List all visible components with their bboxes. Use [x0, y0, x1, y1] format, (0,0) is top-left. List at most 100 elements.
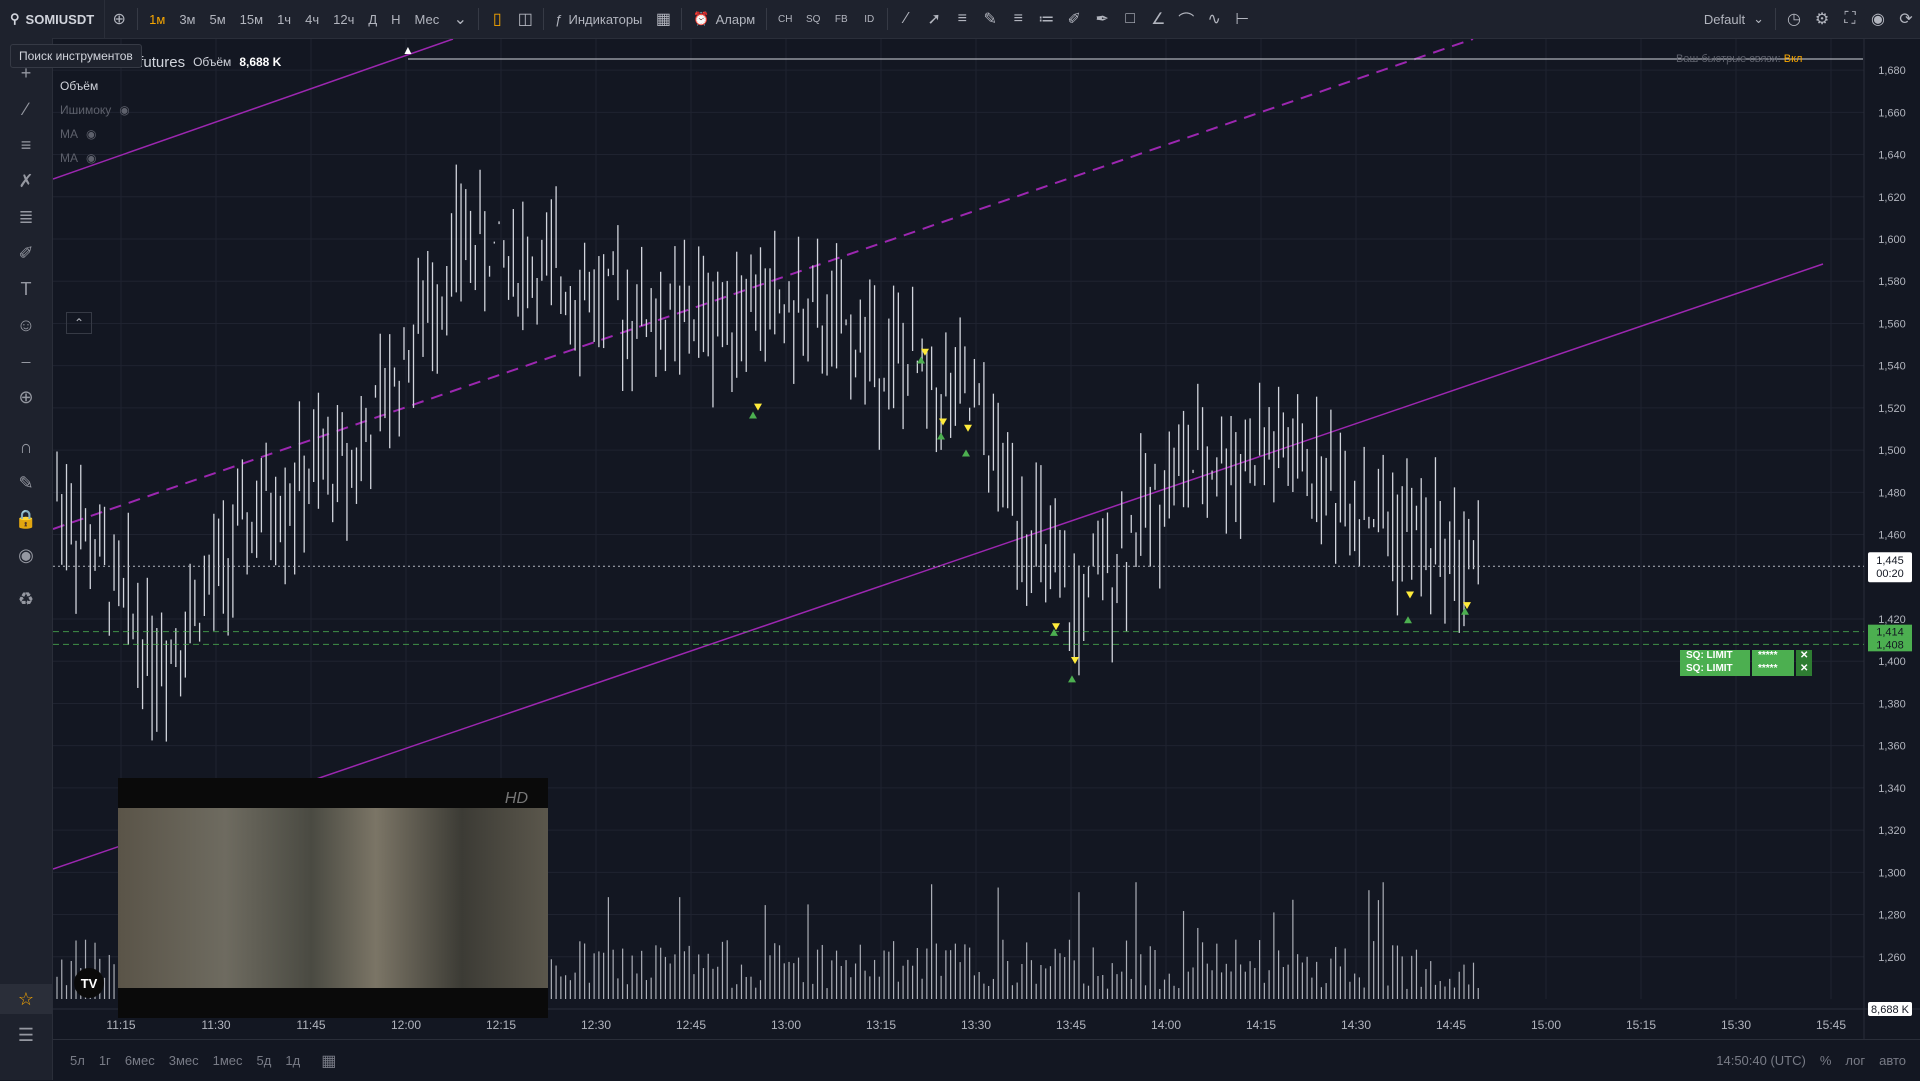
order-tag[interactable]: SQ: LIMIT ***** ✕ [1680, 650, 1813, 663]
timeframe-4[interactable]: 1ч [270, 0, 298, 38]
log-toggle[interactable]: лог [1845, 1053, 1865, 1068]
price-tick: 1,580 [1878, 276, 1906, 288]
fb-icon[interactable]: FB [827, 0, 855, 38]
id-icon[interactable]: ID [855, 0, 883, 38]
sell-signal [1406, 591, 1414, 599]
legend-collapse-button[interactable]: ⌃ [66, 312, 92, 334]
brush-icon[interactable]: ✐ [0, 238, 52, 268]
range-4[interactable]: 1мес [206, 1053, 250, 1068]
trendline-icon[interactable]: ∕ [892, 0, 920, 38]
horizontal-lines-icon[interactable]: ≡ [948, 0, 976, 38]
quick-links-toggle[interactable]: Вкл [1784, 53, 1803, 65]
indicator-ma-2[interactable]: MA [60, 151, 78, 165]
timeframe-7[interactable]: Д [361, 0, 384, 38]
indicators-button[interactable]: ƒ Индикаторы [548, 0, 649, 38]
order-tag[interactable]: SQ: LIMIT ***** ✕ [1680, 663, 1813, 676]
range-0[interactable]: 5л [63, 1053, 92, 1068]
channel-icon[interactable]: ≡ [1004, 0, 1032, 38]
bell-icon: ▲ [402, 43, 414, 57]
chevron-down-icon[interactable]: ⌄ [446, 0, 474, 38]
measure-icon[interactable]: ⊢ [1228, 0, 1256, 38]
pitchfork-icon[interactable]: ✗ [0, 166, 52, 196]
marker-icon[interactable]: ✒ [1088, 0, 1116, 38]
range-5[interactable]: 5д [250, 1053, 279, 1068]
fullscreen-icon[interactable]: ⛶ [1836, 0, 1864, 38]
camera-icon[interactable]: ◉ [1864, 0, 1892, 38]
tradingview-logo[interactable]: TV [74, 968, 104, 998]
video-overlay[interactable]: HD TV [74, 778, 548, 1018]
timeframe-8[interactable]: Н [384, 0, 407, 38]
gear-icon[interactable]: ⚙ [1808, 0, 1836, 38]
refresh-icon[interactable]: ⟳ [1892, 0, 1920, 38]
alert-button[interactable]: ⏰ Аларм [686, 0, 762, 38]
price-tick: 1,640 [1878, 150, 1906, 162]
order-label: SQ: LIMIT [1680, 650, 1750, 663]
lock-pencil-icon[interactable]: ✎ [0, 468, 52, 498]
time-tick: 13:45 [1056, 1018, 1086, 1032]
timeframe-6[interactable]: 12ч [326, 0, 361, 38]
ray-icon[interactable]: ➚ [920, 0, 948, 38]
timeframe-3[interactable]: 15м [233, 0, 270, 38]
price-tick: 1,560 [1878, 318, 1906, 330]
timeframe-1[interactable]: 3м [172, 0, 202, 38]
fib-icon[interactable]: ≣ [0, 202, 52, 232]
speed-icon[interactable]: ◷ [1780, 0, 1808, 38]
indicator-ma-1[interactable]: MA [60, 127, 78, 141]
buy-signal [1050, 628, 1058, 636]
smiley-icon[interactable]: ☺ [0, 310, 52, 340]
arc-icon[interactable]: ⌒ [1172, 0, 1200, 38]
price-tick: 1,680 [1878, 65, 1906, 77]
eye-icon[interactable]: ◉ [0, 540, 52, 570]
layers-icon[interactable]: ☰ [0, 1020, 52, 1050]
chevron-down-icon: ⌄ [1753, 11, 1764, 26]
timeframe-0[interactable]: 1м [142, 0, 172, 38]
clock[interactable]: 14:50:40 (UTC) [1716, 1053, 1806, 1068]
zoom-in-icon[interactable]: ⊕ [0, 382, 52, 412]
calendar-icon[interactable]: ▦ [321, 1051, 336, 1071]
templates-icon[interactable]: ▦ [649, 0, 677, 38]
eye-hidden-icon[interactable]: ◉ [86, 127, 96, 141]
magnet-icon[interactable]: ∩ [0, 432, 52, 462]
horizontal-lines-icon[interactable]: ≡ [0, 130, 52, 160]
pencil-icon[interactable]: ✎ [976, 0, 1004, 38]
trash-icon[interactable]: ♻ [0, 584, 52, 614]
order-qty: ***** [1752, 650, 1794, 663]
sq-icon[interactable]: SQ [799, 0, 827, 38]
range-1[interactable]: 1г [92, 1053, 118, 1068]
text-icon[interactable]: T [0, 274, 52, 304]
indicator-volume[interactable]: Объём [60, 79, 98, 93]
auto-toggle[interactable]: авто [1879, 1053, 1906, 1068]
indicator-ichimoku[interactable]: Ишимоку [60, 103, 111, 117]
time-tick: 11:30 [201, 1018, 230, 1032]
rectangle-icon[interactable]: □ [1116, 0, 1144, 38]
close-icon[interactable]: ✕ [1796, 650, 1813, 663]
bar-type-icon[interactable]: ◫ [511, 0, 539, 38]
divider [543, 8, 545, 30]
ch-icon[interactable]: CH [771, 0, 799, 38]
trendline-icon[interactable]: ∕ [0, 94, 52, 124]
ruler-icon[interactable]: ⎯ [0, 346, 52, 376]
symbol-search[interactable]: ⚲ SOMIUSDT [0, 0, 106, 38]
parallel-channel-icon[interactable]: ≔ [1032, 0, 1060, 38]
timeframe-9[interactable]: Мес [408, 0, 447, 38]
eye-hidden-icon[interactable]: ◉ [119, 103, 129, 117]
star-icon[interactable]: ☆ [0, 984, 52, 1014]
divider [887, 8, 889, 30]
path-icon[interactable]: ∿ [1200, 0, 1228, 38]
timeframe-2[interactable]: 5м [203, 0, 233, 38]
angle-icon[interactable]: ∠ [1144, 0, 1172, 38]
layout-select[interactable]: Default ⌄ [1697, 0, 1771, 38]
range-6[interactable]: 1д [278, 1053, 307, 1068]
timeframe-5[interactable]: 4ч [298, 0, 326, 38]
close-icon[interactable]: ✕ [1796, 663, 1813, 676]
percent-toggle[interactable]: % [1820, 1053, 1832, 1068]
range-2[interactable]: 6мес [118, 1053, 162, 1068]
brush-icon[interactable]: ✐ [1060, 0, 1088, 38]
candle-type-icon[interactable]: ▯ [483, 0, 511, 38]
eye-hidden-icon[interactable]: ◉ [86, 151, 96, 165]
chart-legend: 1 · binance-futures Объём 8,688 K Объём … [60, 50, 281, 170]
compare-add-icon[interactable]: ⊕ [105, 0, 133, 38]
quick-links-text: Ваш быстрые связи: [1676, 53, 1781, 65]
lock-icon[interactable]: 🔒 [0, 504, 52, 534]
range-3[interactable]: 3мес [162, 1053, 206, 1068]
